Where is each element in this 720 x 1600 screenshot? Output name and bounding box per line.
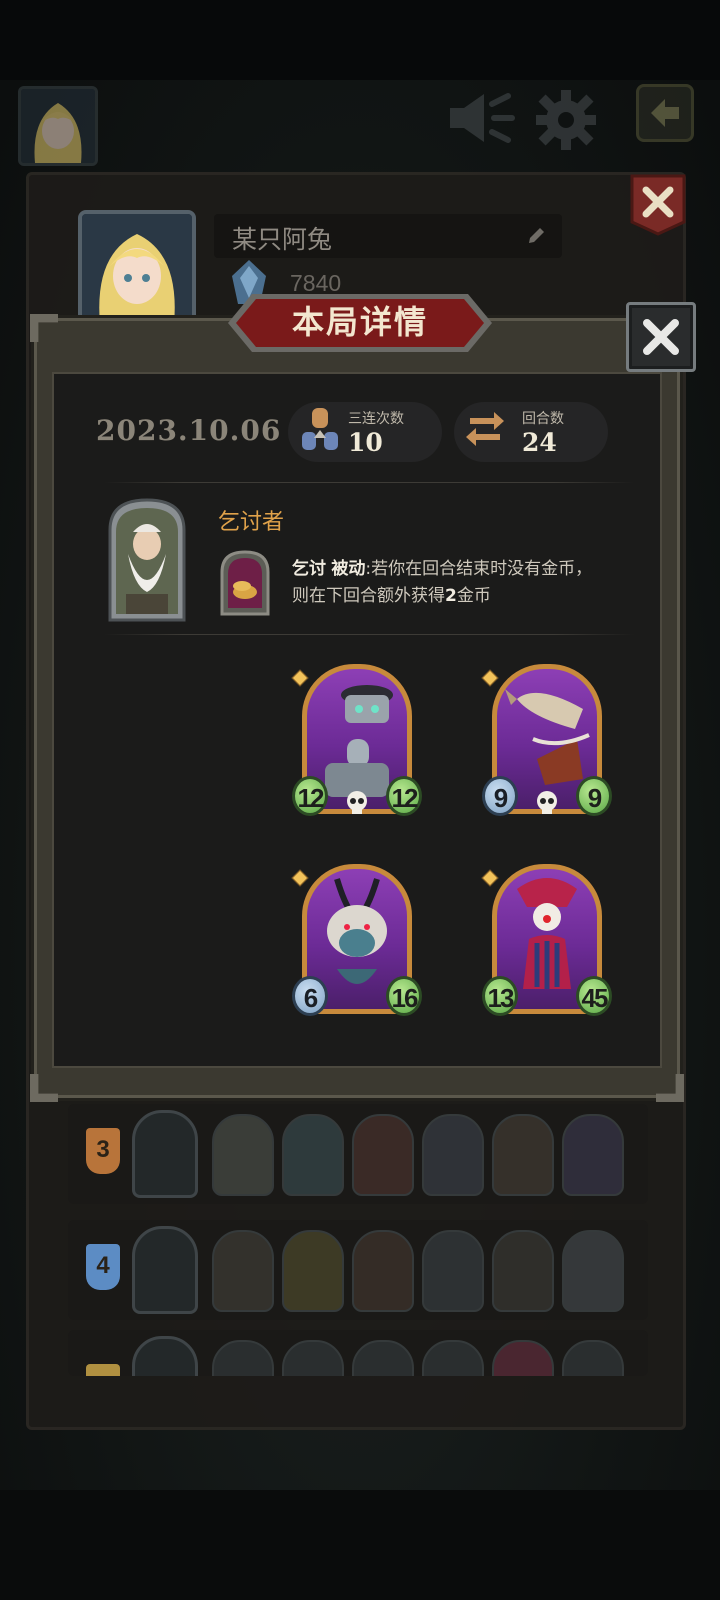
modal-title: 本局详情 bbox=[291, 303, 428, 341]
history-unit-slot bbox=[212, 1340, 274, 1376]
skill-desc-unit: 金币 bbox=[456, 586, 491, 606]
history-unit-slot bbox=[422, 1114, 484, 1196]
triple-icon bbox=[302, 408, 338, 450]
avatar-girl-icon bbox=[21, 89, 95, 163]
history-row[interactable]: 3 bbox=[68, 1104, 648, 1204]
history-unit-slot bbox=[212, 1230, 274, 1312]
attack-value: 9 bbox=[482, 776, 518, 816]
history-unit-slot bbox=[492, 1114, 554, 1196]
history-hero-portrait bbox=[132, 1110, 198, 1198]
health-value: 45 bbox=[576, 976, 612, 1016]
skill-coin-icon bbox=[220, 550, 270, 616]
clown-unit-card[interactable]: 13 45 bbox=[481, 858, 612, 1020]
player-avatar-button[interactable] bbox=[18, 86, 98, 166]
player-name: 某只阿兔 bbox=[232, 226, 333, 254]
skill-name: 乞讨 bbox=[292, 559, 326, 579]
rounds-icon bbox=[466, 412, 504, 446]
history-unit-slot bbox=[422, 1340, 484, 1376]
history-unit-slot bbox=[562, 1114, 624, 1196]
pencil-icon[interactable] bbox=[526, 226, 546, 246]
skull-icon bbox=[537, 791, 557, 814]
history-unit-slot bbox=[352, 1340, 414, 1376]
arrow-left-icon bbox=[651, 99, 679, 127]
rounds-value: 24 bbox=[522, 428, 557, 457]
history-row[interactable] bbox=[68, 1330, 648, 1376]
triple-count-label: 三连次数 bbox=[348, 411, 404, 427]
rank-badge: 3 bbox=[86, 1128, 120, 1174]
health-value: 12 bbox=[386, 776, 422, 816]
health-value: 9 bbox=[576, 776, 612, 816]
modal-close-button[interactable] bbox=[626, 302, 696, 372]
history-unit-slot bbox=[352, 1114, 414, 1196]
close-icon bbox=[643, 319, 679, 355]
match-date: 2023.10.06 bbox=[96, 414, 282, 447]
beast-unit-card[interactable]: 6 16 bbox=[291, 858, 422, 1020]
hero-name: 乞讨者 bbox=[218, 510, 285, 535]
skill-desc-line2: 则在下回合额外获得 bbox=[292, 586, 445, 606]
divider bbox=[104, 482, 634, 483]
history-row[interactable]: 4 bbox=[68, 1220, 648, 1320]
gear-icon[interactable] bbox=[534, 88, 598, 152]
profile-avatar bbox=[78, 210, 196, 328]
avatar-girl-icon bbox=[82, 214, 192, 324]
robot-unit-card[interactable]: 12 12 bbox=[291, 658, 422, 820]
history-unit-slot bbox=[492, 1230, 554, 1312]
profile-close-button[interactable] bbox=[628, 172, 688, 236]
attack-value: 13 bbox=[482, 976, 518, 1016]
rank-badge: 4 bbox=[86, 1244, 120, 1290]
skill-desc-line1: :若你在回合结束时没有金币， bbox=[365, 559, 593, 579]
bottom-area bbox=[0, 1490, 720, 1600]
history-unit-slot bbox=[352, 1230, 414, 1312]
history-unit-slot bbox=[212, 1114, 274, 1196]
rocket-unit-card[interactable]: 9 9 bbox=[481, 658, 612, 820]
hero-skill-description: 乞讨 被动:若你在回合结束时没有金币， 则在下回合额外获得2金币 bbox=[292, 556, 652, 610]
back-button[interactable] bbox=[636, 84, 694, 142]
history-unit-slot bbox=[422, 1230, 484, 1312]
health-value: 16 bbox=[386, 976, 422, 1016]
speaker-icon[interactable] bbox=[446, 88, 518, 148]
history-unit-slot bbox=[282, 1114, 344, 1196]
game-screen: { "profile": { "name": "某只阿兔", "rating":… bbox=[0, 0, 720, 1600]
history-unit-slot bbox=[282, 1340, 344, 1376]
rounds-label: 回合数 bbox=[522, 411, 564, 427]
triple-count-value: 10 bbox=[348, 428, 383, 457]
attack-value: 6 bbox=[292, 976, 328, 1016]
history-hero-portrait bbox=[132, 1226, 198, 1314]
history-unit-slot bbox=[562, 1340, 624, 1376]
skill-desc-amount: 2 bbox=[445, 586, 457, 606]
hero-portrait bbox=[108, 498, 186, 622]
history-hero-portrait bbox=[132, 1336, 198, 1376]
history-unit-slot bbox=[492, 1340, 554, 1376]
skill-type: 被动 bbox=[331, 559, 366, 579]
attack-value: 12 bbox=[292, 776, 328, 816]
status-bar-area bbox=[0, 0, 720, 80]
history-unit-slot bbox=[562, 1230, 624, 1312]
history-unit-slot bbox=[282, 1230, 344, 1312]
skull-icon bbox=[347, 791, 367, 814]
rank-badge bbox=[86, 1364, 120, 1376]
divider bbox=[104, 634, 634, 635]
